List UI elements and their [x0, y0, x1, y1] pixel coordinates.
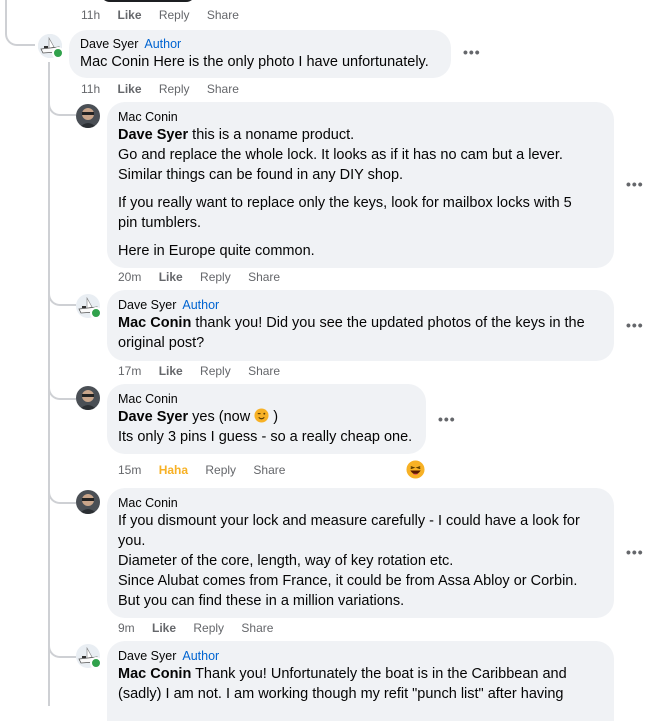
comment-author[interactable]: Dave Syer Author — [80, 36, 440, 52]
comment-bubble: Mac Conin If you dismount your lock and … — [107, 488, 614, 618]
timestamp: 15m — [118, 463, 142, 477]
author-badge: Author — [182, 649, 220, 663]
comment-text: Mac Conin Thank you! Unfortunately the b… — [118, 666, 567, 682]
comment-actions: 15m Haha Reply Share — [118, 462, 299, 478]
like-button[interactable]: Like — [117, 8, 141, 22]
share-button[interactable]: Share — [253, 463, 285, 477]
wink-emoji-icon — [254, 408, 269, 423]
reply-button[interactable]: Reply — [159, 8, 190, 22]
top-actions: 11h Like Reply Share — [81, 7, 253, 23]
thread-connector — [48, 488, 76, 504]
share-button[interactable]: Share — [207, 8, 239, 22]
comment-text: Here in Europe quite common. — [118, 243, 315, 259]
like-button[interactable]: Like — [159, 270, 183, 284]
avatar[interactable] — [76, 386, 100, 410]
timestamp: 17m — [118, 364, 142, 378]
reply-button[interactable]: Reply — [193, 621, 224, 635]
comment-author[interactable]: Dave Syer Author — [118, 648, 603, 664]
comment-bubble: Dave Syer Author Mac Conin Here is the on… — [69, 30, 451, 78]
haha-reaction-button[interactable]: Haha — [159, 463, 188, 477]
comment-text: Since Alubat comes from France, it could… — [118, 573, 578, 589]
timestamp: 20m — [118, 270, 142, 284]
like-button[interactable]: Like — [117, 82, 141, 96]
comment-text: Diameter of the core, length, way of key… — [118, 553, 454, 569]
comment-actions: 11h Like Reply Share — [81, 81, 253, 97]
share-button[interactable]: Share — [241, 621, 273, 635]
mention-link[interactable]: Mac Conin — [118, 666, 191, 682]
previous-comment-edge — [100, 0, 196, 2]
thread-connector — [48, 384, 76, 400]
comment-author[interactable]: Mac Conin — [118, 495, 603, 511]
timestamp: 9m — [118, 621, 135, 635]
online-status-dot — [52, 47, 64, 59]
comment-text: But you can find these in a million vari… — [118, 593, 405, 609]
person-avatar-icon — [76, 386, 100, 410]
person-avatar-icon — [76, 490, 100, 514]
comment-text: Mac Conin Here is the only photo I have … — [80, 54, 429, 70]
comment-text: Dave Syer this is a noname product. — [118, 127, 355, 143]
thread-connector — [48, 100, 76, 116]
mention-link[interactable]: Mac Conin — [118, 315, 191, 331]
comment-text: you. — [118, 533, 146, 549]
comment-text: If you dismount your lock and measure ca… — [118, 513, 580, 529]
comment-text: Its only 3 pins I guess - so a really ch… — [118, 429, 413, 445]
reply-button[interactable]: Reply — [159, 82, 190, 96]
comment-text: Dave Syer yes (now ) — [118, 408, 279, 425]
comment-text: original post? — [118, 335, 205, 351]
share-button[interactable]: Share — [248, 270, 280, 284]
more-options-icon[interactable]: ••• — [438, 411, 456, 427]
comment-bubble: Mac Conin Dave Syer yes (now ) Its only … — [107, 384, 426, 454]
comment-bubble: Dave Syer Author Mac Conin thank you! Did… — [107, 290, 614, 361]
comment-actions: 20m Like Reply Share — [118, 269, 294, 285]
more-options-icon[interactable]: ••• — [626, 176, 644, 192]
reply-button[interactable]: Reply — [200, 270, 231, 284]
comment-author[interactable]: Dave Syer Author — [118, 297, 603, 313]
thread-connector — [48, 290, 76, 306]
person-avatar-icon — [76, 104, 100, 128]
thread-connector — [48, 642, 76, 658]
share-button[interactable]: Share — [248, 364, 280, 378]
online-status-dot — [90, 657, 102, 669]
comment-bubble: Dave Syer Author Mac Conin Thank you! Unf… — [107, 641, 614, 721]
comment-author[interactable]: Mac Conin — [118, 391, 415, 407]
comment-text: pin tumblers. — [118, 215, 202, 231]
comment-text: Go and replace the whole lock. It looks … — [118, 147, 563, 163]
comment-actions: 9m Like Reply Share — [118, 620, 287, 636]
thread-connector — [5, 22, 35, 46]
timestamp: 11h — [81, 8, 101, 22]
author-badge: Author — [144, 37, 182, 51]
author-badge: Author — [182, 298, 220, 312]
share-button[interactable]: Share — [207, 82, 239, 96]
comment-text: Mac Conin thank you! Did you see the upd… — [118, 315, 585, 331]
timestamp: 11h — [81, 82, 101, 96]
haha-reaction-icon[interactable] — [406, 460, 425, 479]
comment-text: If you really want to replace only the k… — [118, 195, 572, 211]
mention-link[interactable]: Dave Syer — [118, 409, 188, 425]
online-status-dot — [90, 307, 102, 319]
comment-author[interactable]: Mac Conin — [118, 109, 603, 125]
more-options-icon[interactable]: ••• — [463, 44, 481, 60]
mention-link[interactable]: Dave Syer — [118, 127, 188, 143]
comment-bubble: Mac Conin Dave Syer this is a noname pro… — [107, 102, 614, 268]
comment-text: Similar things can be found in any DIY s… — [118, 167, 404, 183]
reply-button[interactable]: Reply — [205, 463, 236, 477]
more-options-icon[interactable]: ••• — [626, 544, 644, 560]
avatar[interactable] — [76, 490, 100, 514]
reply-button[interactable]: Reply — [200, 364, 231, 378]
comment-actions: 17m Like Reply Share — [118, 363, 294, 379]
comment-text: (sadly) I am not. I am working though my… — [118, 686, 564, 702]
avatar[interactable] — [76, 104, 100, 128]
like-button[interactable]: Like — [159, 364, 183, 378]
more-options-icon[interactable]: ••• — [626, 317, 644, 333]
like-button[interactable]: Like — [152, 621, 176, 635]
